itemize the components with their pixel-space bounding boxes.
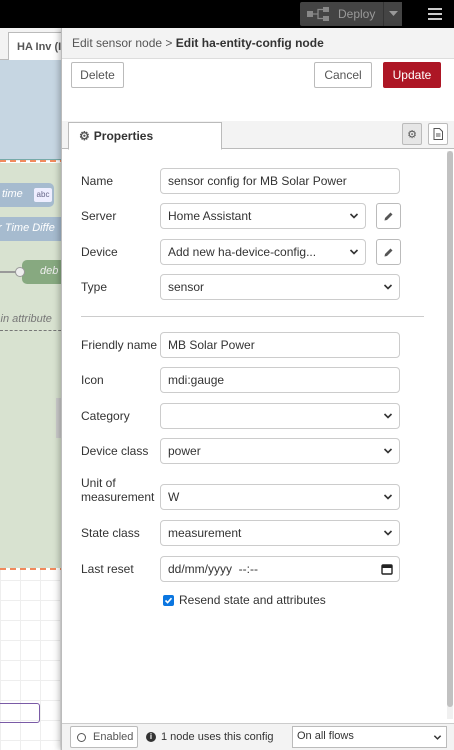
- friendly-name-label: Friendly name: [81, 338, 158, 352]
- name-label: Name: [81, 174, 114, 188]
- device-class-label: Device class: [81, 444, 149, 458]
- pencil-icon: [384, 212, 393, 220]
- last-reset-input[interactable]: dd/mm/yyyy --:--: [160, 556, 400, 582]
- flow-node-attribute: s in attribute: [0, 313, 52, 325]
- state-class-select[interactable]: measurement: [160, 520, 400, 546]
- info-icon: i: [146, 732, 156, 742]
- flow-node-debug[interactable]: deb: [22, 260, 66, 284]
- breadcrumb-separator: >: [165, 36, 173, 50]
- breadcrumb-parent[interactable]: Edit sensor node: [72, 36, 162, 50]
- tray-tabs: ⚙ Properties ⚙: [62, 121, 454, 150]
- delete-button[interactable]: Delete: [71, 62, 124, 88]
- tab-description-button[interactable]: [428, 123, 448, 145]
- enabled-toggle[interactable]: Enabled: [70, 726, 138, 748]
- chevron-down-icon: [383, 413, 393, 419]
- section-divider: [81, 316, 424, 317]
- properties-form: Name sensor config for MB Solar Power Se…: [62, 149, 454, 719]
- type-label: Type: [81, 280, 108, 294]
- menu-icon: [428, 8, 442, 10]
- deploy-button[interactable]: Deploy: [300, 2, 383, 26]
- device-label: Device: [81, 245, 118, 259]
- friendly-name-input[interactable]: MB Solar Power: [160, 332, 400, 358]
- breadcrumb-current: Edit ha-entity-config node: [175, 36, 324, 50]
- chevron-down-icon: [383, 530, 393, 536]
- deploy-label: Deploy: [338, 7, 376, 21]
- deploy-icon: [307, 7, 329, 21]
- caret-down-icon: [388, 11, 398, 16]
- chevron-down-icon: [433, 735, 442, 740]
- unit-label: Unit of measurement: [81, 476, 155, 504]
- update-button[interactable]: Update: [383, 62, 441, 88]
- calendar-icon[interactable]: [381, 563, 393, 575]
- resend-label: Resend state and attributes: [179, 593, 326, 607]
- flow-group: [0, 60, 66, 160]
- device-class-select[interactable]: power: [160, 438, 400, 464]
- tab-properties-label: Properties: [93, 129, 154, 143]
- workspace-tab[interactable]: HA Inv (I: [8, 32, 66, 60]
- cancel-button[interactable]: Cancel: [314, 62, 372, 88]
- server-label: Server: [81, 209, 117, 223]
- pencil-icon: [384, 248, 393, 256]
- resend-checkbox[interactable]: [163, 595, 174, 606]
- form-scrollbar[interactable]: [447, 151, 453, 719]
- type-select[interactable]: sensor: [160, 274, 400, 300]
- group-border: [0, 568, 66, 570]
- scrollbar-thumb[interactable]: [447, 151, 453, 707]
- chevron-down-icon: [349, 213, 359, 219]
- chevron-down-icon: [383, 494, 393, 500]
- circle-icon: [77, 732, 86, 742]
- cog-icon: ⚙: [79, 129, 90, 143]
- edit-device-button[interactable]: [376, 239, 401, 265]
- document-icon: [433, 128, 443, 140]
- scope-select[interactable]: On all flows: [292, 726, 447, 748]
- flow-node-diff[interactable]: er Time Diffe: [0, 217, 66, 241]
- edit-server-button[interactable]: [376, 203, 401, 229]
- server-select[interactable]: Home Assistant: [160, 203, 366, 229]
- workspace: HA Inv (I time abc er Time Diffe deb s i…: [0, 28, 66, 750]
- category-label: Category: [81, 409, 130, 423]
- enabled-label: Enabled: [93, 731, 134, 743]
- header-bar: Deploy: [0, 0, 454, 28]
- icon-label: Icon: [81, 373, 104, 387]
- cog-icon: ⚙: [407, 128, 417, 141]
- node-port[interactable]: [15, 267, 25, 277]
- node-badge: abc: [34, 188, 52, 202]
- edit-tray: Edit sensor node > Edit ha-entity-config…: [61, 28, 454, 750]
- chevron-down-icon: [383, 284, 393, 290]
- unit-select[interactable]: W: [160, 484, 400, 510]
- main-menu-button[interactable]: [420, 2, 450, 26]
- tab-settings-button[interactable]: ⚙: [402, 123, 422, 145]
- name-input[interactable]: sensor config for MB Solar Power: [160, 168, 400, 194]
- category-select[interactable]: [160, 403, 400, 429]
- workspace-tabs: HA Inv (I: [0, 28, 66, 60]
- device-select[interactable]: Add new ha-device-config...: [160, 239, 366, 265]
- group-border: [0, 160, 66, 162]
- tab-properties[interactable]: ⚙ Properties: [68, 122, 222, 150]
- tray-footer: Enabled i 1 node uses this config On all…: [62, 723, 454, 750]
- breadcrumb: Edit sensor node > Edit ha-entity-config…: [62, 28, 454, 59]
- group-border: [0, 330, 66, 331]
- state-class-label: State class: [81, 526, 140, 540]
- flow-node[interactable]: [0, 703, 40, 723]
- usage-info: i 1 node uses this config: [146, 731, 274, 743]
- last-reset-label: Last reset: [81, 562, 134, 576]
- check-icon: [164, 597, 173, 604]
- icon-input[interactable]: mdi:gauge: [160, 367, 400, 393]
- deploy-menu-button[interactable]: [383, 2, 402, 26]
- chevron-down-icon: [383, 448, 393, 454]
- chevron-down-icon: [349, 249, 359, 255]
